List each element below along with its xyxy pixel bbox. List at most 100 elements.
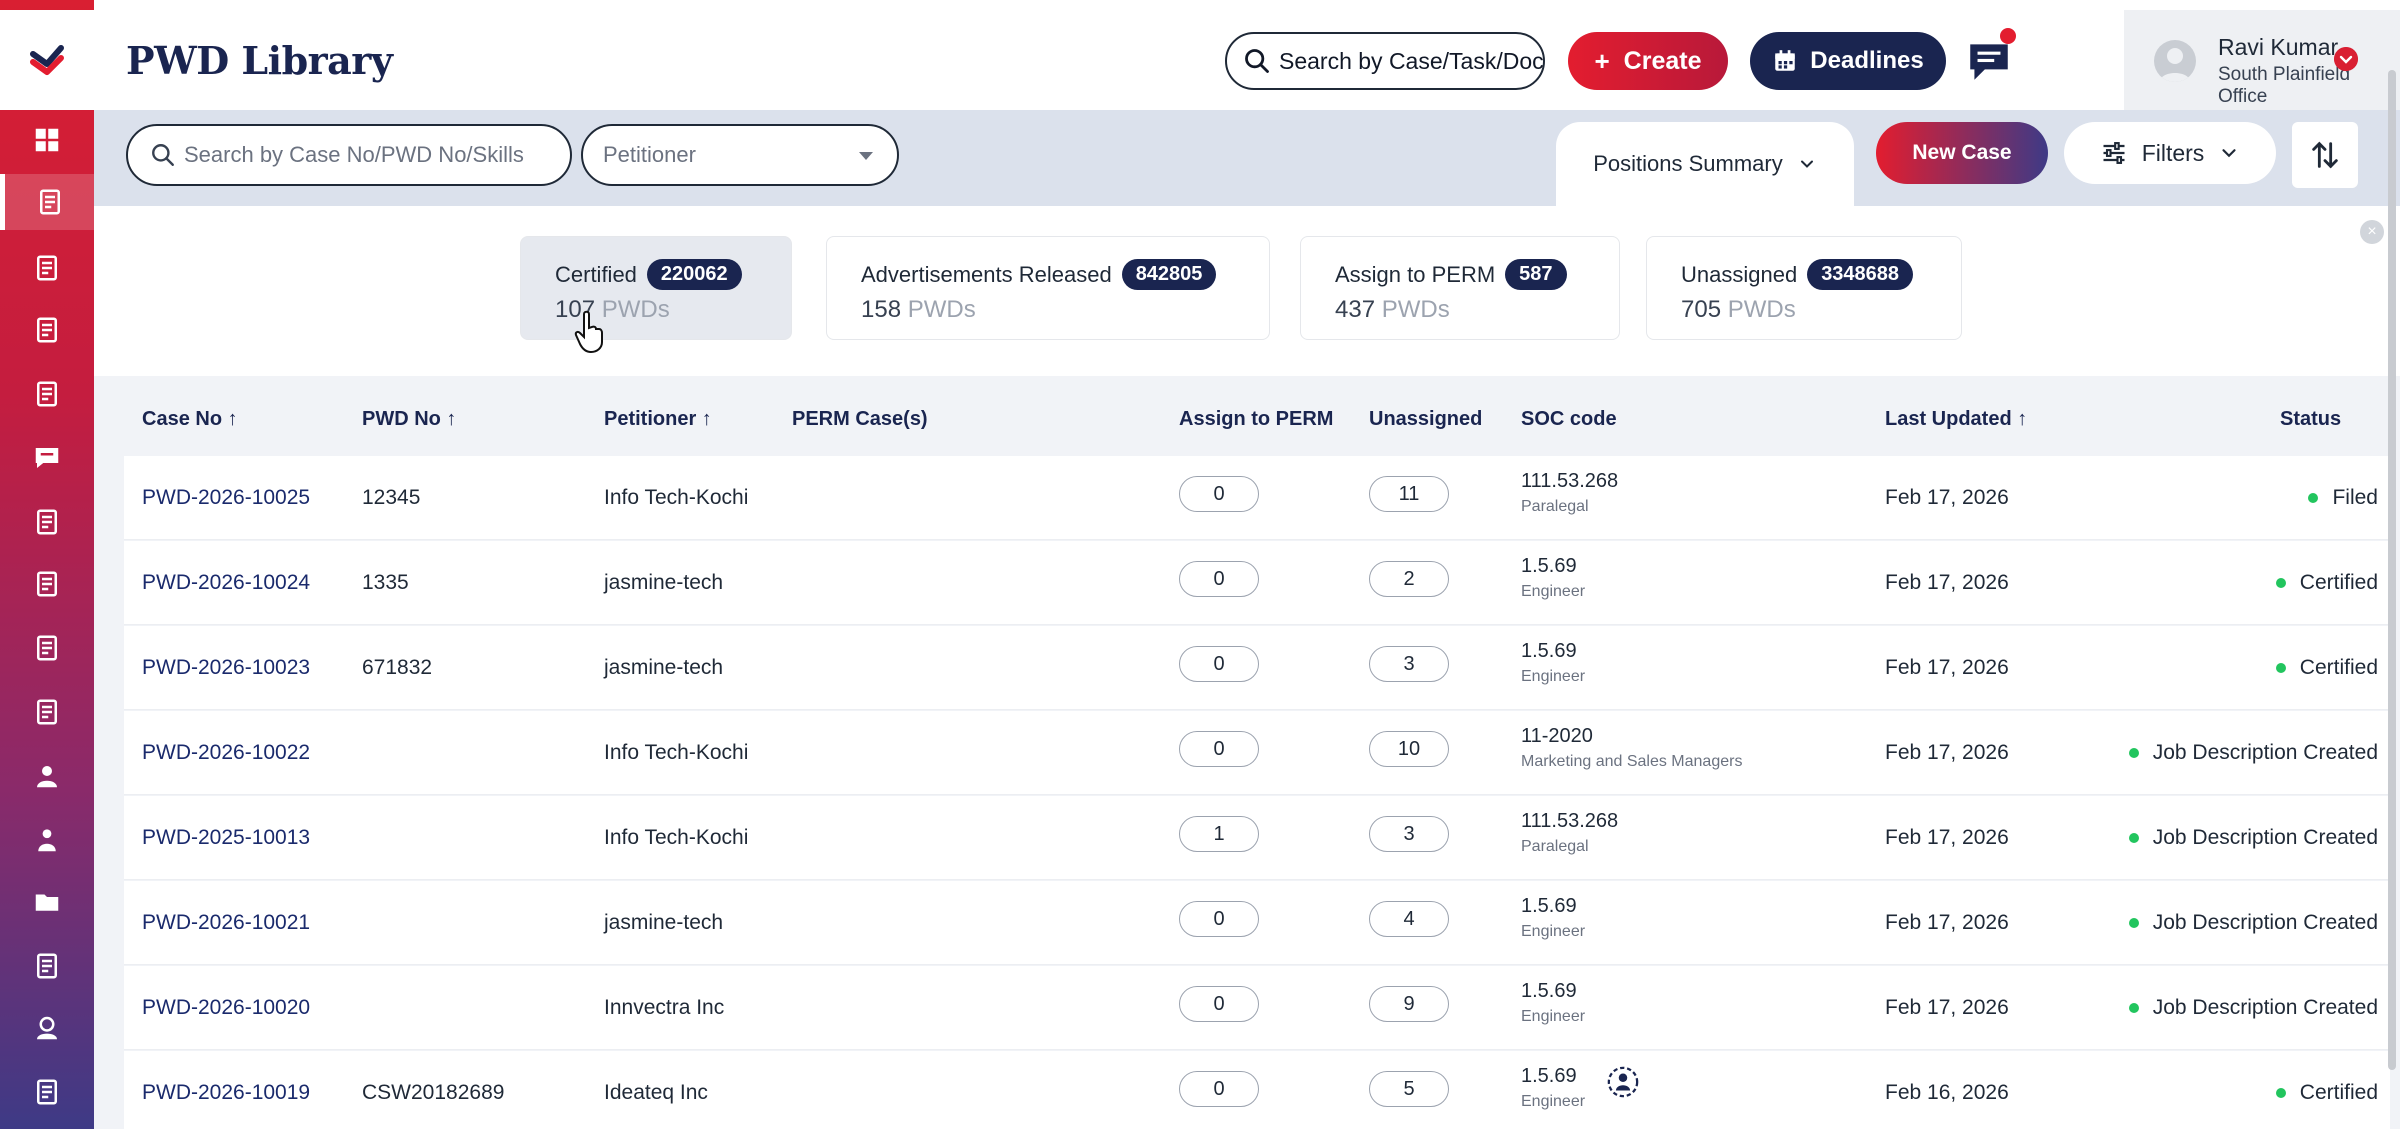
unassigned-count[interactable]: 3 — [1369, 816, 1449, 852]
filters-button[interactable]: Filters — [2064, 122, 2276, 184]
chevron-down-icon — [1800, 160, 1813, 168]
job-description-icon[interactable] — [1606, 1065, 1640, 1099]
chevron-down-icon[interactable] — [2334, 47, 2358, 71]
unassigned-count[interactable]: 3 — [1369, 646, 1449, 682]
petitioner-name: Info Tech-Kochi — [604, 741, 749, 764]
new-case-button[interactable]: New Case — [1876, 122, 2048, 184]
sidebar-item-building-check[interactable] — [0, 620, 94, 676]
last-updated: Feb 17, 2026 — [1885, 996, 2009, 1019]
sidebar-item-ledger[interactable] — [0, 494, 94, 550]
assign-to-perm-count[interactable]: 0 — [1179, 646, 1259, 682]
status-label: Certified — [2299, 571, 2378, 594]
unassigned-count[interactable]: 4 — [1369, 901, 1449, 937]
global-search-input[interactable]: Search by Case/Task/Docu — [1225, 32, 1545, 90]
scrollbar[interactable] — [2388, 70, 2396, 1070]
folder-icon — [35, 894, 59, 911]
table-row[interactable]: PWD-2026-10022 Info Tech-Kochi 0 10 11-2020 M… — [124, 711, 2390, 795]
assign-to-perm-count[interactable]: 0 — [1179, 901, 1259, 937]
sidebar — [0, 0, 94, 1129]
sidebar-item-receipt[interactable] — [0, 1064, 94, 1120]
table-row[interactable]: PWD-2026-10019 CSW20182689 Ideateq Inc 0 5 1.… — [124, 1051, 2390, 1129]
sidebar-item-dashboard[interactable] — [0, 112, 94, 168]
sort-button[interactable] — [2292, 122, 2358, 188]
summary-card-unit: PWDs — [907, 296, 976, 323]
assign-to-perm-count[interactable]: 0 — [1179, 986, 1259, 1022]
deadlines-button[interactable]: Deadlines — [1750, 32, 1946, 90]
summary-card-badge: 3348688 — [1807, 259, 1914, 290]
soc-title: Engineer — [1521, 668, 1586, 685]
soc-title: Engineer — [1521, 923, 1586, 940]
sidebar-item-document-check[interactable] — [0, 240, 94, 296]
soc-code: 1.5.69 — [1521, 555, 1577, 577]
status-dot-icon — [2128, 1003, 2139, 1013]
sidebar-item-clipboard[interactable] — [0, 684, 94, 740]
unassigned-count[interactable]: 11 — [1369, 476, 1449, 512]
sidebar-item-team[interactable] — [0, 812, 94, 868]
assign-to-perm-count[interactable]: 0 — [1179, 476, 1259, 512]
case-no-link[interactable]: PWD-2025-10013 — [142, 826, 310, 850]
column-header-status[interactable]: Status — [2280, 408, 2341, 431]
sidebar-item-document-dollar[interactable] — [0, 302, 94, 358]
unassigned-count[interactable]: 5 — [1369, 1071, 1449, 1107]
building-check-icon — [37, 635, 57, 661]
column-header-petitioner[interactable]: Petitioner ↑ — [604, 408, 712, 431]
last-updated: Feb 17, 2026 — [1885, 656, 2009, 679]
case-no-link[interactable]: PWD-2026-10023 — [142, 656, 310, 680]
assign-to-perm-count[interactable]: 0 — [1179, 561, 1259, 597]
create-button-label: Create — [1623, 46, 1702, 75]
petitioner-name: Ideateq Inc — [604, 1081, 708, 1104]
table-row[interactable]: PWD-2026-10021 jasmine-tech 0 4 1.5.69 Engine… — [124, 881, 2390, 965]
sidebar-item-document-approve[interactable] — [0, 366, 94, 422]
column-header-case-no[interactable]: Case No ↑ — [142, 408, 238, 431]
sidebar-item-note[interactable] — [0, 938, 94, 994]
global-search-placeholder: Search by Case/Task/Docu — [1279, 47, 1545, 74]
sidebar-item-edit-document[interactable] — [0, 556, 94, 612]
case-no-link[interactable]: PWD-2026-10024 — [142, 571, 310, 595]
status-badge: Job Description Created — [2128, 996, 2378, 1020]
case-no-link[interactable]: PWD-2026-10019 — [142, 1081, 310, 1105]
summary-card-advertisements-released[interactable]: Advertisements Released 842805 158 PWDs — [826, 236, 1270, 340]
petitioner-name: Innvectra Inc — [604, 996, 725, 1019]
table-row[interactable]: PWD-2025-10013 Info Tech-Kochi 1 3 111.53.26… — [124, 796, 2390, 880]
table-row[interactable]: PWD-2026-10024 1335 jasmine-tech 0 2 1.5.69 En… — [124, 541, 2390, 625]
assign-to-perm-count[interactable]: 0 — [1179, 1071, 1259, 1107]
column-header-last-updated[interactable]: Last Updated ↑ — [1885, 408, 2027, 431]
table-row[interactable]: PWD-2026-10023 671832 jasmine-tech 0 3 1.5.69… — [124, 626, 2390, 710]
summary-card-assign-to-perm[interactable]: Assign to PERM 587 437 PWDs — [1300, 236, 1620, 340]
tab-positions-summary[interactable]: Positions Summary — [1556, 122, 1854, 206]
user-menu[interactable]: Ravi Kumar South Plainfield Office — [2124, 10, 2400, 110]
case-no-link[interactable]: PWD-2026-10025 — [142, 486, 310, 510]
soc-code: 11-2020 — [1521, 725, 1593, 747]
case-no-link[interactable]: PWD-2026-10022 — [142, 741, 310, 765]
status-dot-icon — [2128, 748, 2139, 758]
chevron-down-icon — [2222, 149, 2236, 158]
app-logo[interactable] — [0, 10, 94, 110]
sidebar-item-folder[interactable] — [0, 874, 94, 930]
summary-card-certified[interactable]: Certified 220062 107 PWDs — [520, 236, 792, 340]
summary-card-unassigned[interactable]: Unassigned 3348688 705 PWDs — [1646, 236, 1962, 340]
sidebar-item-support-agent[interactable] — [0, 1000, 94, 1056]
sidebar-item-user[interactable] — [0, 748, 94, 804]
table-row[interactable]: PWD-2026-10020 Innvectra Inc 0 9 1.5.69 Engin… — [124, 966, 2390, 1050]
case-no-link[interactable]: PWD-2026-10021 — [142, 911, 310, 935]
edit-document-icon — [37, 571, 57, 597]
unassigned-count[interactable]: 9 — [1369, 986, 1449, 1022]
petitioner-name: Info Tech-Kochi — [604, 826, 749, 849]
unassigned-count[interactable]: 2 — [1369, 561, 1449, 597]
column-header-unassigned: Unassigned — [1369, 408, 1483, 430]
case-no-link[interactable]: PWD-2026-10020 — [142, 996, 310, 1020]
create-button[interactable]: + Create — [1568, 32, 1728, 90]
sidebar-item-chat[interactable] — [0, 430, 94, 486]
case-search-input[interactable]: Search by Case No/PWD No/Skills — [126, 124, 572, 186]
unassigned-count[interactable]: 10 — [1369, 731, 1449, 767]
column-header-pwd-no[interactable]: PWD No ↑ — [362, 408, 456, 431]
assign-to-perm-count[interactable]: 0 — [1179, 731, 1259, 767]
deadlines-button-label: Deadlines — [1810, 47, 1924, 74]
petitioner-select[interactable]: Petitioner — [581, 124, 899, 186]
caret-down-icon — [859, 152, 873, 160]
table-row[interactable]: PWD-2026-10025 12345 Info Tech-Kochi 0 11 111… — [124, 456, 2390, 540]
close-summary-icon[interactable]: × — [2360, 220, 2384, 244]
plus-icon: + — [1594, 45, 1610, 76]
sidebar-item-cases[interactable] — [0, 174, 94, 230]
assign-to-perm-count[interactable]: 1 — [1179, 816, 1259, 852]
